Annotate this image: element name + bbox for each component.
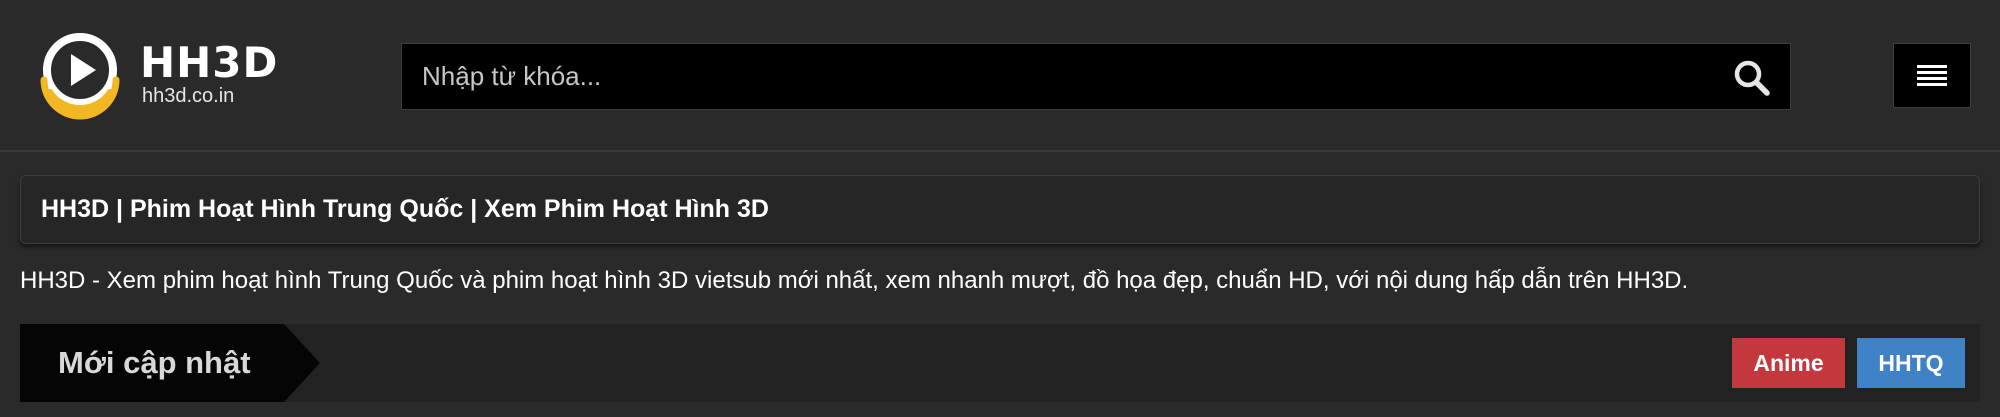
search-icon[interactable] bbox=[1732, 58, 1772, 98]
search-bar bbox=[401, 43, 1791, 110]
site-description: HH3D - Xem phim hoạt hình Trung Quốc và … bbox=[20, 267, 1689, 294]
page-title: HH3D | Phim Hoạt Hình Trung Quốc | Xem P… bbox=[41, 195, 769, 223]
site-header: HH3D hh3d.co.in bbox=[0, 0, 2000, 152]
section-title: Mới cập nhật bbox=[58, 345, 251, 380]
section-latest-updates: Mới cập nhật Anime HHTQ bbox=[20, 324, 1980, 402]
filter-hhtq-button[interactable]: HHTQ bbox=[1857, 338, 1965, 388]
filter-anime-button[interactable]: Anime bbox=[1732, 338, 1845, 388]
section-title-tab: Mới cập nhật bbox=[20, 324, 320, 402]
page-title-bar: HH3D | Phim Hoạt Hình Trung Quốc | Xem P… bbox=[20, 175, 1980, 244]
menu-button[interactable] bbox=[1893, 43, 1971, 108]
logo-title: HH3D bbox=[140, 38, 279, 87]
logo-subtitle: hh3d.co.in bbox=[142, 85, 235, 107]
hamburger-menu-icon bbox=[1917, 64, 1947, 86]
search-input[interactable] bbox=[402, 44, 1722, 109]
play-logo-icon bbox=[40, 33, 120, 120]
logo-text: HH3D hh3d.co.in bbox=[140, 38, 279, 108]
site-logo[interactable]: HH3D hh3d.co.in bbox=[34, 24, 294, 124]
page: HH3D hh3d.co.in HH3D | Phim Hoạt Hình Tr… bbox=[0, 0, 2000, 417]
